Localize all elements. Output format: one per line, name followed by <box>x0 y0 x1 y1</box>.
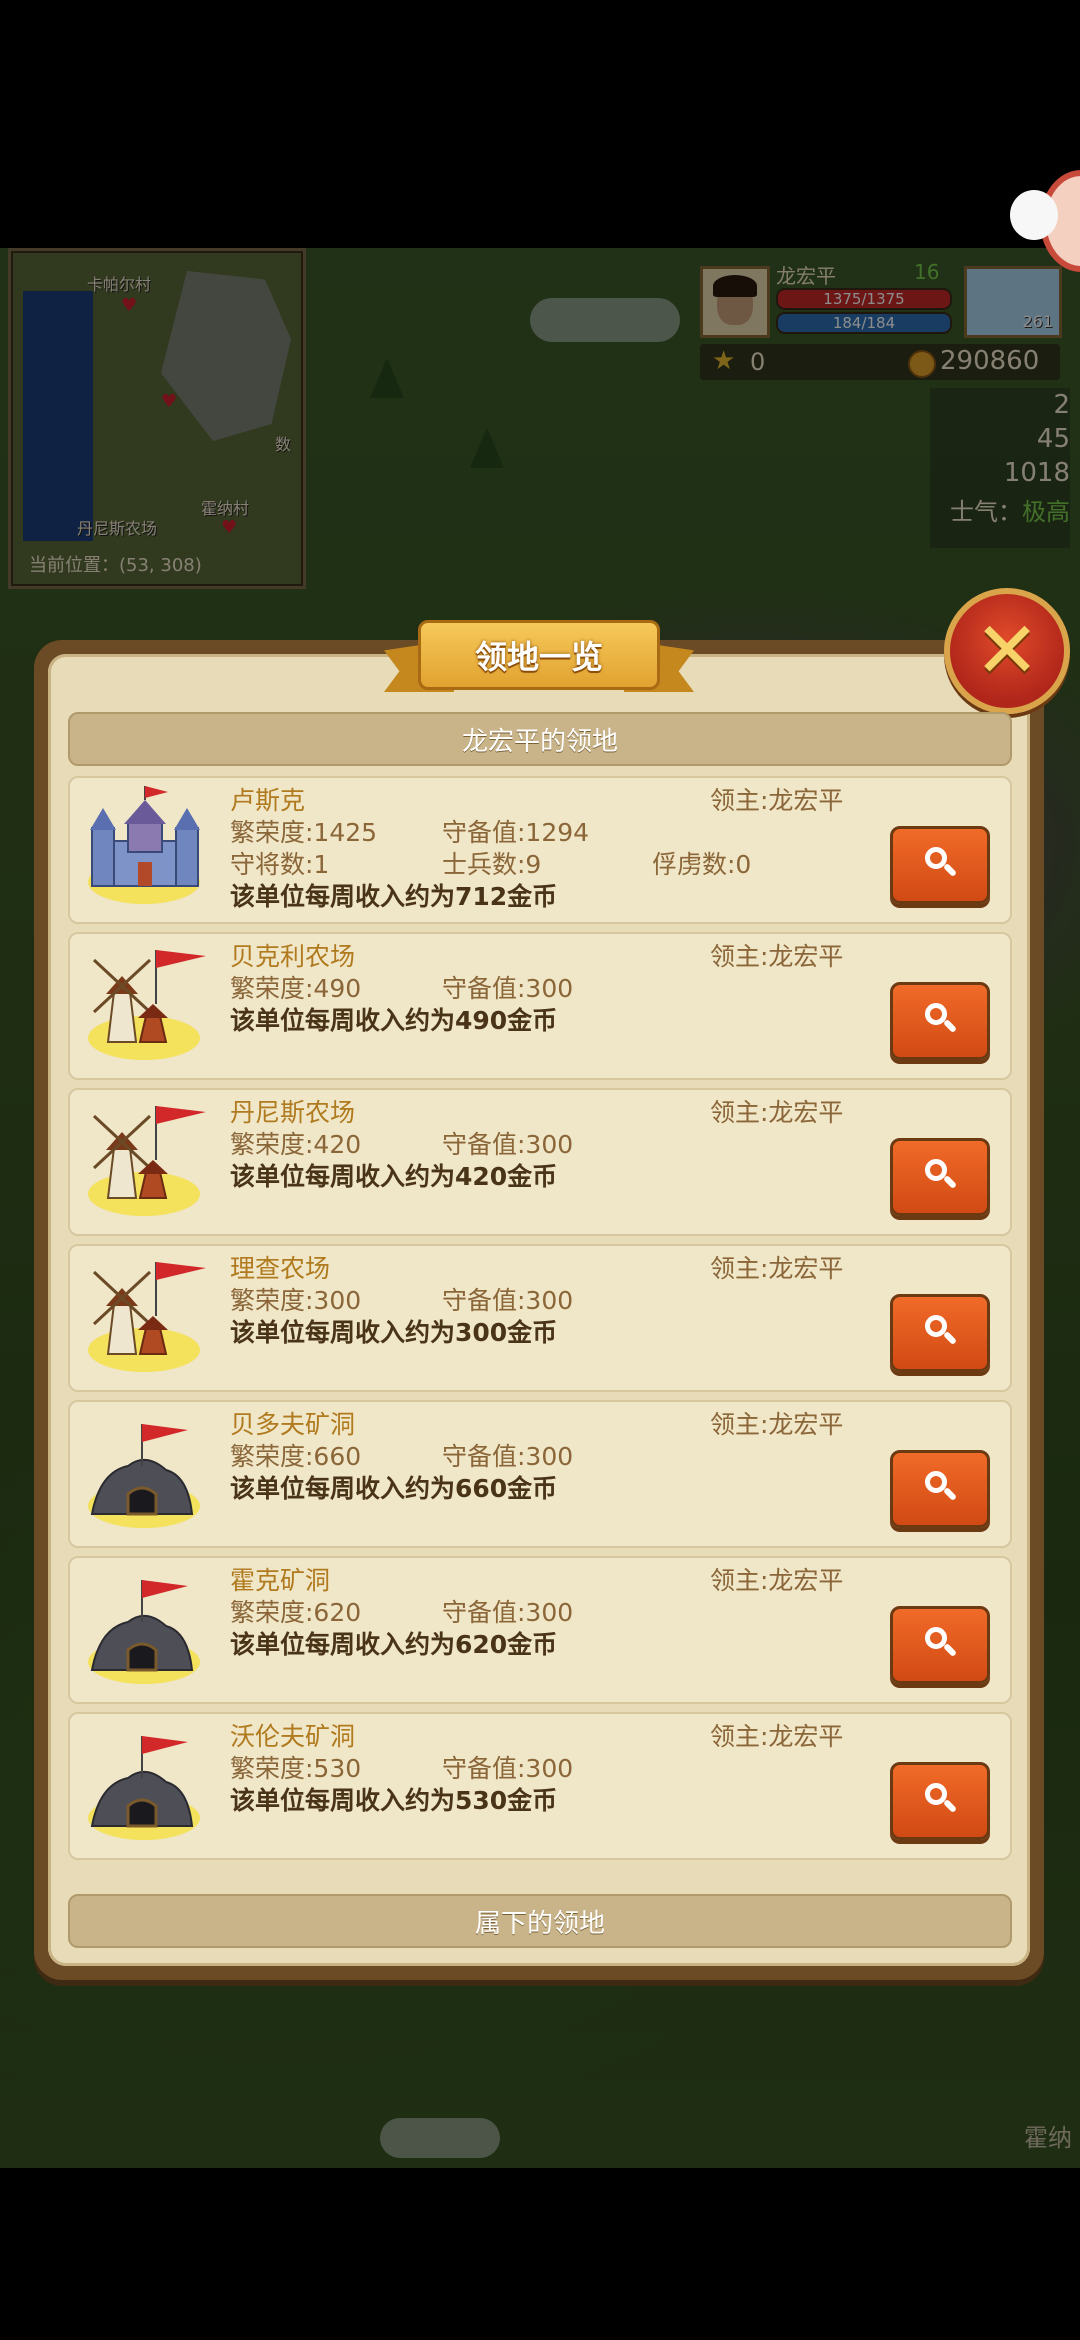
section-title: 龙宏平的领地 <box>461 726 618 757</box>
windmill-icon <box>80 1098 210 1228</box>
territory-prosperity: 繁荣度:660 <box>230 1442 362 1471</box>
subordinate-territory-header[interactable]: 属下的领地 <box>68 1894 1012 1948</box>
close-icon: ✕ <box>974 606 1040 696</box>
territory-defense: 守备值:300 <box>442 1286 574 1315</box>
territory-prisoners: 俘虏数:0 <box>652 850 752 879</box>
territory-name: 沃伦夫矿洞 <box>230 1722 356 1751</box>
mine-icon <box>80 1722 210 1852</box>
territory-lord: 领主:龙宏平 <box>710 1566 844 1595</box>
territory-row: 沃伦夫矿洞 领主:龙宏平 繁荣度:530 守备值:300 该单位每周收入约为53… <box>68 1712 1012 1860</box>
close-button[interactable]: ✕ <box>944 588 1070 714</box>
territory-prosperity: 繁荣度:1425 <box>230 818 378 847</box>
territory-lord: 领主:龙宏平 <box>710 942 844 971</box>
view-territory-button[interactable] <box>890 1450 990 1528</box>
view-territory-button[interactable] <box>890 1294 990 1372</box>
view-territory-button[interactable] <box>890 1762 990 1840</box>
territory-income: 该单位每周收入约为490金币 <box>230 1006 558 1035</box>
territory-soldiers: 士兵数:9 <box>442 850 542 879</box>
territory-name: 贝多夫矿洞 <box>230 1410 356 1439</box>
castle-icon <box>80 786 210 916</box>
view-territory-button[interactable] <box>890 1606 990 1684</box>
territory-prosperity: 繁荣度:490 <box>230 974 362 1003</box>
territory-defense: 守备值:300 <box>442 974 574 1003</box>
territory-prosperity: 繁荣度:620 <box>230 1598 362 1627</box>
territory-lord: 领主:龙宏平 <box>710 1254 844 1283</box>
dialog-title-ribbon: 领地一览 <box>384 618 694 700</box>
territory-income: 该单位每周收入约为530金币 <box>230 1786 558 1815</box>
territory-name: 贝克利农场 <box>230 942 356 971</box>
territory-lord: 领主:龙宏平 <box>710 786 844 815</box>
territory-income: 该单位每周收入约为712金币 <box>230 882 558 911</box>
own-territory-header: 龙宏平的领地 <box>68 712 1012 766</box>
territory-row: 贝克利农场 领主:龙宏平 繁荣度:490 守备值:300 该单位每周收入约为49… <box>68 932 1012 1080</box>
dialog-title: 领地一览 <box>474 638 603 676</box>
territory-defense: 守备值:300 <box>442 1442 574 1471</box>
windmill-icon <box>80 1254 210 1384</box>
territory-income: 该单位每周收入约为620金币 <box>230 1630 558 1659</box>
view-territory-button[interactable] <box>890 1138 990 1216</box>
territory-income: 该单位每周收入约为420金币 <box>230 1162 558 1191</box>
windmill-icon <box>80 942 210 1072</box>
mascot-icon[interactable] <box>1010 160 1080 280</box>
territory-lord: 领主:龙宏平 <box>710 1098 844 1127</box>
territory-lord: 领主:龙宏平 <box>710 1410 844 1439</box>
territory-defense: 守备值:300 <box>442 1598 574 1627</box>
territory-row: 贝多夫矿洞 领主:龙宏平 繁荣度:660 守备值:300 该单位每周收入约为66… <box>68 1400 1012 1548</box>
territory-defense: 守备值:300 <box>442 1130 574 1159</box>
territory-name: 卢斯克 <box>230 786 306 815</box>
territory-prosperity: 繁荣度:530 <box>230 1754 362 1783</box>
territory-row: 丹尼斯农场 领主:龙宏平 繁荣度:420 守备值:300 该单位每周收入约为42… <box>68 1088 1012 1236</box>
territory-row: 卢斯克 领主:龙宏平 繁荣度:1425 守备值:1294 守将数:1 士兵数:9… <box>68 776 1012 924</box>
territory-row: 理查农场 领主:龙宏平 繁荣度:300 守备值:300 该单位每周收入约为300… <box>68 1244 1012 1392</box>
territory-income: 该单位每周收入约为300金币 <box>230 1318 558 1347</box>
view-territory-button[interactable] <box>890 982 990 1060</box>
view-territory-button[interactable] <box>890 826 990 904</box>
territory-name: 霍克矿洞 <box>230 1566 331 1595</box>
territory-prosperity: 繁荣度:300 <box>230 1286 362 1315</box>
territory-defense: 守备值:300 <box>442 1754 574 1783</box>
territory-name: 理查农场 <box>230 1254 331 1283</box>
territory-name: 丹尼斯农场 <box>230 1098 356 1127</box>
territory-prosperity: 繁荣度:420 <box>230 1130 362 1159</box>
territory-defense: 守备值:1294 <box>442 818 590 847</box>
territory-row: 霍克矿洞 领主:龙宏平 繁荣度:620 守备值:300 该单位每周收入约为620… <box>68 1556 1012 1704</box>
mine-icon <box>80 1566 210 1696</box>
section-title: 属下的领地 <box>474 1908 605 1939</box>
territory-income: 该单位每周收入约为660金币 <box>230 1474 558 1503</box>
territory-lord: 领主:龙宏平 <box>710 1722 844 1751</box>
territory-generals: 守将数:1 <box>230 850 330 879</box>
mine-icon <box>80 1410 210 1540</box>
